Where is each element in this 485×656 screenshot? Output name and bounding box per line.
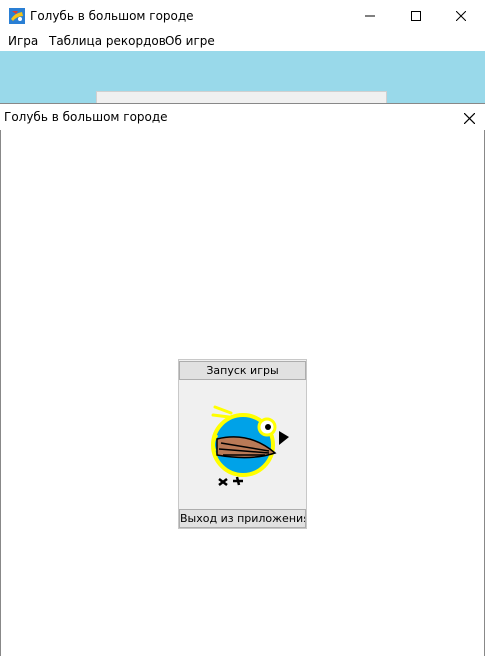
start-dialog: Голубь в большом городе Запуск игры Выхо… bbox=[0, 103, 485, 656]
start-menu-panel: Запуск игры Выход из приложения bbox=[178, 359, 307, 529]
exit-app-button[interactable]: Выход из приложения bbox=[179, 509, 306, 528]
close-icon bbox=[456, 10, 466, 21]
start-game-button[interactable]: Запуск игры bbox=[179, 361, 306, 380]
dialog-body: Запуск игры Выход из приложения bbox=[0, 130, 485, 656]
dialog-close-button[interactable] bbox=[458, 107, 480, 129]
title-bar[interactable]: Голубь в большом городе bbox=[0, 0, 485, 31]
menu-bar: Игра Таблица рекордов Об игре bbox=[0, 31, 485, 51]
close-button[interactable] bbox=[438, 0, 484, 31]
menu-item-about[interactable]: Об игре bbox=[165, 34, 215, 48]
main-window: Голубь в большом городе Игра Таблица рек… bbox=[0, 0, 485, 656]
close-icon bbox=[463, 112, 475, 124]
menu-item-records[interactable]: Таблица рекордов bbox=[49, 34, 166, 48]
dialog-title: Голубь в большом городе bbox=[4, 110, 168, 124]
app-icon bbox=[9, 8, 25, 24]
maximize-icon bbox=[411, 10, 421, 21]
dialog-title-bar[interactable]: Голубь в большом городе bbox=[0, 104, 485, 130]
window-title: Голубь в большом городе bbox=[30, 9, 194, 23]
pigeon-illustration bbox=[211, 405, 289, 486]
minimize-icon bbox=[365, 15, 375, 16]
minimize-button[interactable] bbox=[347, 0, 393, 31]
maximize-button[interactable] bbox=[393, 0, 439, 31]
menu-item-game[interactable]: Игра bbox=[8, 34, 38, 48]
